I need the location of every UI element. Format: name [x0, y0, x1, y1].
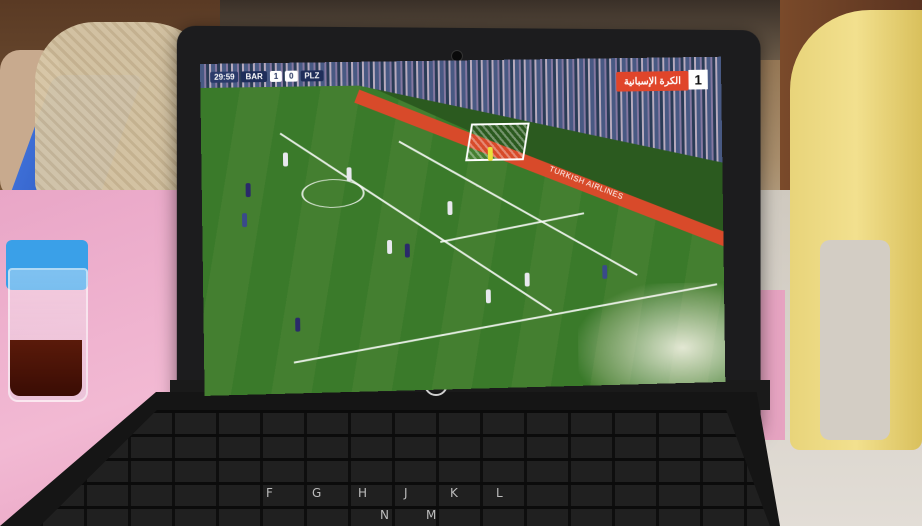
chair-gap: [820, 240, 890, 440]
player: [602, 265, 608, 279]
player: [245, 183, 251, 198]
player: [447, 201, 453, 216]
goalkeeper: [487, 146, 493, 161]
keyboard-rows: [40, 410, 770, 526]
screen-glare: [577, 281, 726, 394]
player: [241, 213, 248, 228]
photo-scene: F G H J K L N M hp TURKISH AIRLINES 29:5…: [0, 0, 922, 526]
key-h[interactable]: H: [358, 486, 367, 500]
channel-name: الكرة الإسبانية: [616, 70, 689, 92]
laptop-screen: TURKISH AIRLINES 29:59 BAR 1 0 PLZ الكرة…: [200, 56, 726, 396]
key-f[interactable]: F: [266, 486, 273, 500]
away-score: 0: [285, 70, 298, 82]
player: [485, 289, 491, 304]
player: [282, 152, 289, 167]
player: [404, 243, 410, 258]
home-score: 1: [269, 70, 283, 82]
key-g[interactable]: G: [312, 486, 321, 500]
goal-net: [465, 122, 530, 162]
player: [387, 239, 393, 254]
player: [524, 272, 530, 287]
key-n[interactable]: N: [380, 508, 389, 522]
away-team: PLZ: [300, 69, 324, 82]
player: [295, 317, 301, 332]
match-clock: 29:59: [210, 70, 239, 83]
key-j[interactable]: J: [404, 486, 408, 500]
scorebug: 29:59 BAR 1 0 PLZ: [210, 68, 324, 84]
home-team: BAR: [241, 70, 267, 82]
channel-number: 1: [688, 69, 708, 90]
key-k[interactable]: K: [450, 486, 458, 500]
key-l[interactable]: L: [496, 486, 503, 500]
key-m[interactable]: M: [426, 508, 436, 522]
player: [346, 167, 352, 182]
tea-liquid: [10, 340, 82, 396]
